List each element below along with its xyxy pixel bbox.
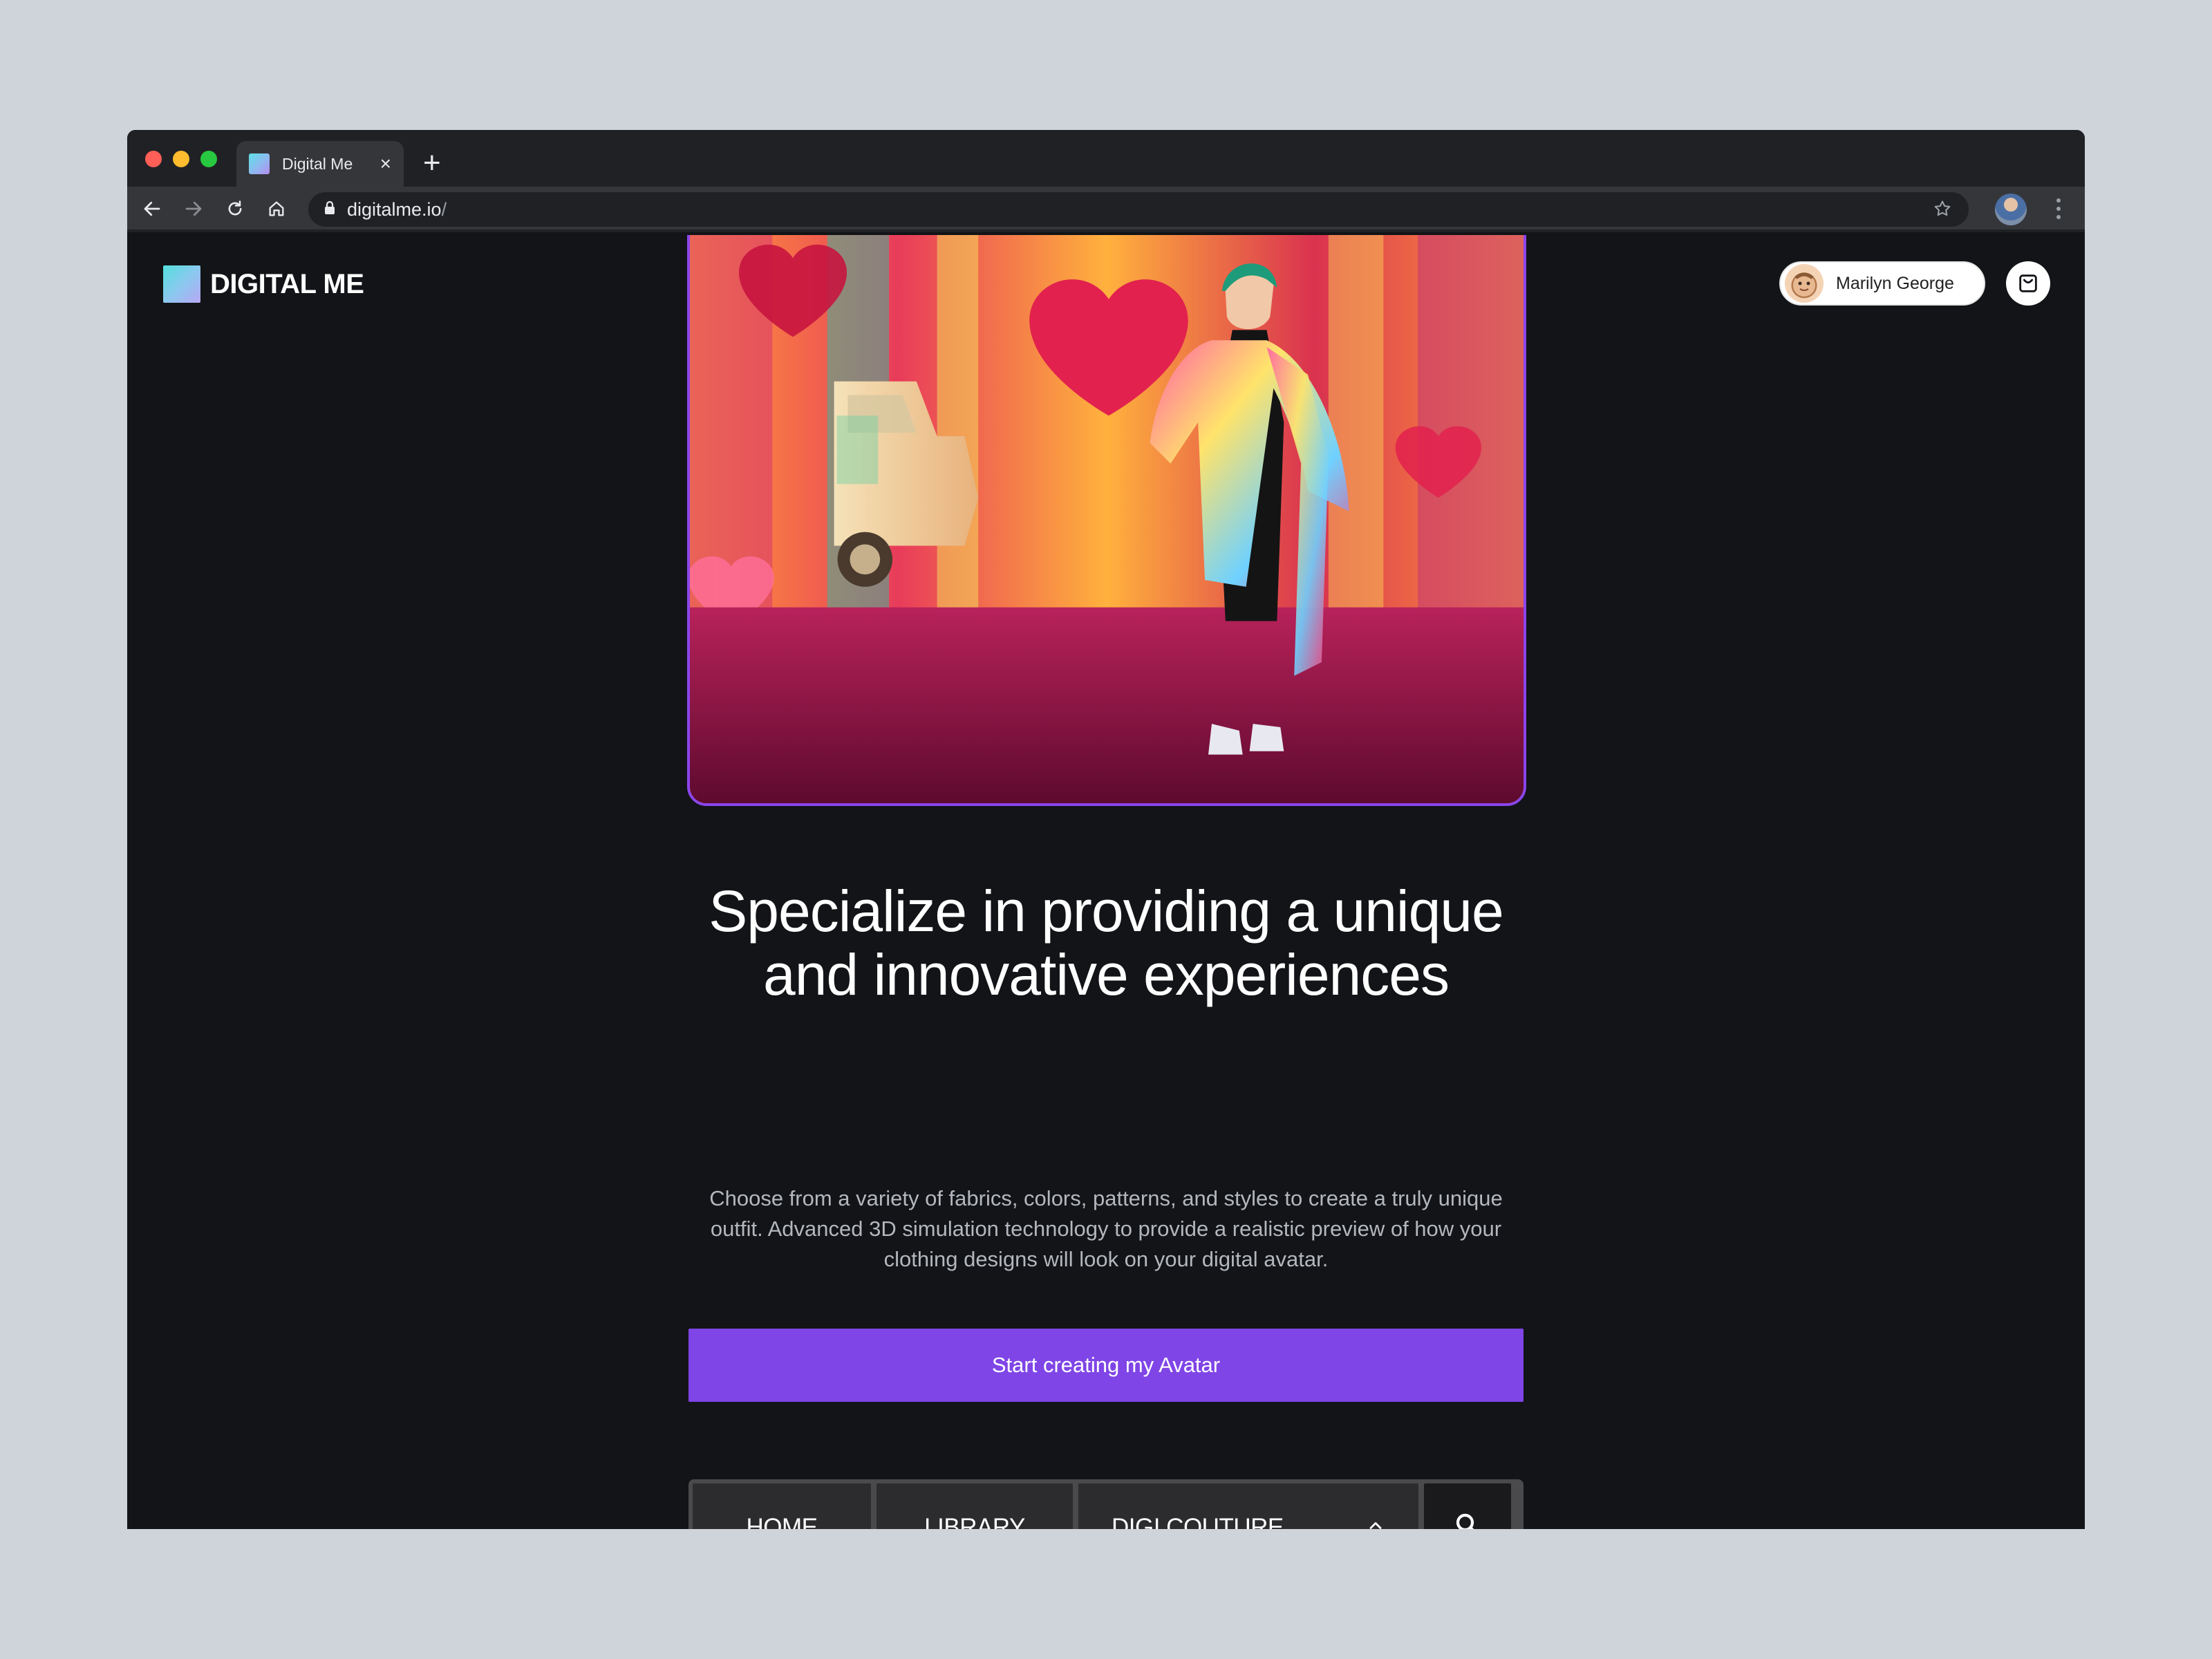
forward-icon[interactable]	[180, 195, 207, 223]
browser-window: Digital Me × + digitalme.io / DIGITAL ME…	[127, 130, 2085, 1529]
new-tab-button[interactable]: +	[423, 148, 441, 178]
home-icon[interactable]	[263, 195, 290, 223]
browser-menu-icon[interactable]	[2052, 195, 2065, 223]
bottom-nav: HOME LIBRARY DIGI COUTURE	[688, 1479, 1524, 1529]
window-controls	[145, 151, 217, 167]
nav-couture-label: DIGI COUTURE	[1112, 1514, 1284, 1529]
back-icon[interactable]	[138, 195, 166, 223]
favicon-icon	[249, 153, 270, 174]
brand-name: DIGITAL ME	[210, 268, 364, 299]
nav-home-label: HOME	[746, 1514, 818, 1529]
tab-title: Digital Me	[282, 154, 353, 173]
browser-tab[interactable]: Digital Me ×	[236, 141, 404, 187]
hero-image	[687, 235, 1526, 806]
nav-library[interactable]: LIBRARY	[877, 1483, 1073, 1529]
address-bar[interactable]: digitalme.io /	[308, 192, 1969, 227]
hero-illustration	[690, 235, 1524, 803]
browser-toolbar: digitalme.io /	[127, 187, 2085, 232]
search-icon	[1453, 1510, 1482, 1529]
page-content: DIGITAL ME Marilyn George Specialize in …	[127, 235, 2085, 1529]
close-window-button[interactable]	[145, 151, 162, 167]
nav-digi-couture-dropdown[interactable]: DIGI COUTURE	[1078, 1483, 1418, 1529]
user-name: Marilyn George	[1836, 273, 1954, 293]
logo-icon	[163, 265, 200, 303]
nav-home[interactable]: HOME	[693, 1483, 871, 1529]
profile-avatar[interactable]	[1995, 194, 2027, 225]
avatar	[1785, 264, 1824, 303]
nav-library-label: LIBRARY	[924, 1514, 1025, 1529]
hero-headline: Specialize in providing a unique and inn…	[709, 879, 1503, 1007]
minimize-window-button[interactable]	[173, 151, 189, 167]
chevron-up-icon	[1366, 1514, 1385, 1529]
star-icon[interactable]	[1933, 199, 1952, 222]
tab-strip: Digital Me × +	[127, 130, 2085, 187]
url-path: /	[441, 198, 447, 220]
reload-icon[interactable]	[221, 195, 249, 223]
lock-icon	[324, 200, 336, 219]
maximize-window-button[interactable]	[200, 151, 217, 167]
hero-subcopy: Choose from a variety of fabrics, colors…	[709, 1186, 1503, 1271]
brand-logo[interactable]: DIGITAL ME	[163, 265, 364, 303]
user-profile-chip[interactable]: Marilyn George	[1779, 261, 1985, 306]
cart-icon[interactable]	[2006, 261, 2050, 306]
start-creating-avatar-button[interactable]: Start creating my Avatar	[688, 1329, 1524, 1402]
tab-close-icon[interactable]: ×	[380, 154, 391, 174]
search-button[interactable]	[1424, 1483, 1511, 1529]
url-text: digitalme.io	[347, 198, 442, 220]
